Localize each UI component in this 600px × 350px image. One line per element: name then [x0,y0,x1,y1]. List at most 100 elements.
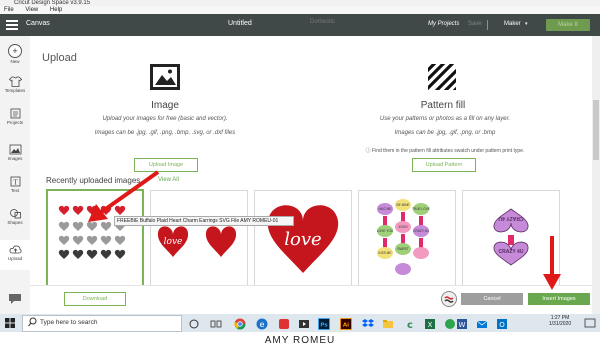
love-heart-image: love [267,205,339,273]
ghost-label: Domestic [310,19,336,25]
thumbnail-candy-hearts[interactable]: HUG ME BE MINE TRUE LOVE LOVE YOU XOXO C… [358,190,456,287]
sidebar-item-text[interactable]: T Text [0,176,30,193]
pattern-upload-description: Use your patterns or photos as a fill on… [379,116,511,122]
app-header: Canvas Untitled Domestic My Projects Sav… [0,14,600,36]
sidebar-item-projects[interactable]: Projects [0,108,30,125]
candy-hearts-image: HUG ME BE MINE TRUE LOVE LOVE YOU XOXO C… [377,199,430,275]
svg-text:CRAZY 4U: CRAZY 4U [498,215,523,221]
cancel-button[interactable]: Cancel [461,293,523,305]
page-title: Upload [42,52,77,64]
love-earrings-image: love [157,226,237,257]
sidebar-item-label: Text [10,188,20,193]
svg-text:CRAZY 4U: CRAZY 4U [499,249,524,255]
love-text: love [284,229,321,250]
cricut-icon[interactable]: c [404,317,416,331]
image-upload-title: Image [151,100,179,111]
shirt-icon [8,76,22,87]
sidebar-item-label: New [10,59,20,64]
recent-uploads-heading: Recently uploaded images [46,176,141,185]
menu-help[interactable]: Help [50,7,62,13]
sidebar-item-shapes[interactable]: Shapes [0,208,30,225]
pattern-upload-types: Images can be .jpg, .gif, .png, or .bmp [394,130,496,136]
hamburger-menu-icon[interactable] [6,20,18,30]
photos-icon[interactable] [278,317,290,329]
scrollbar-thumb[interactable] [593,100,599,160]
thumbnail-heart-charms[interactable] [46,189,144,288]
thumbnail-crazy-charms[interactable]: CRAZY 4U CRAZY 4U [462,190,560,287]
pattern-upload-note: ⓘ Find them in the pattern fill attribut… [320,147,570,154]
image-upload-types: Images can be .jpg, .gif, .png, .bmp, .s… [94,130,236,136]
sidebar-item-label: Projects [6,120,24,125]
search-placeholder: Type here to search [40,319,98,326]
sidebar-item-templates[interactable]: Templates [0,76,30,93]
windows-start-icon[interactable] [4,317,16,329]
crazy-charms-image: CRAZY 4U CRAZY 4U [493,208,529,266]
sidebar-item-new[interactable]: + New [0,44,30,64]
watermark-caption: AMY ROMEU [0,332,600,350]
notification-icon[interactable] [584,318,596,328]
system-clock[interactable]: 1:27 PM 1/31/2020 [540,315,580,327]
explorer-icon[interactable] [382,317,394,329]
image-upload-description: Upload your images for free (basic and v… [102,116,228,122]
sync-icon[interactable] [444,317,456,329]
chevron-down-icon[interactable]: ▾ [525,21,528,27]
thumbnail-love-heart[interactable]: love [254,190,352,287]
mail-icon[interactable] [476,317,488,329]
word-icon[interactable]: W [456,317,468,329]
svg-text:CRAZY 4U: CRAZY 4U [413,229,429,233]
illustrator-icon[interactable]: Ai [340,317,352,330]
text-icon: T [10,176,20,187]
projects-icon [10,108,20,119]
thumbnail-tooltip: FREEBIE Buffalo Plaid Heart Charm Earrin… [114,216,294,226]
pattern-fill-icon [428,64,456,90]
photoshop-icon[interactable]: Ps [318,317,330,330]
task-view-icon[interactable] [188,317,200,329]
edge-icon[interactable]: e [256,317,268,330]
image-icon [150,64,180,90]
dropbox-icon[interactable] [362,317,374,329]
svg-text:O: O [499,321,505,329]
task-view-icon[interactable] [210,317,222,329]
make-it-button[interactable]: Make It [546,19,590,31]
svg-text:Ai: Ai [343,323,349,329]
shapes-icon [9,209,21,219]
svg-text:BE MINE: BE MINE [396,203,409,207]
svg-text:XOXO: XOXO [398,225,408,229]
svg-text:SWEET: SWEET [397,247,408,251]
svg-text:X: X [428,321,433,329]
insert-images-button[interactable]: Insert Images [528,293,590,305]
sidebar-item-label: Upload [7,256,23,261]
upload-image-button[interactable]: Upload Image [134,158,198,172]
document-title[interactable]: Untitled [228,20,252,27]
menu-file[interactable]: File [4,7,14,13]
svg-text:c: c [407,320,413,330]
pattern-note-text: Find them in the pattern fill attributes… [372,148,525,154]
vertical-scrollbar[interactable] [592,36,600,314]
sidebar-item-images[interactable]: Images [0,144,30,161]
chat-bubble-icon[interactable] [8,293,22,305]
machine-selector[interactable]: Maker [504,21,521,27]
svg-text:LOVE YOU: LOVE YOU [377,229,394,233]
images-icon [9,144,21,155]
upload-pattern-button[interactable]: Upload Pattern [412,158,476,172]
search-icon [28,317,37,327]
svg-text:KISS ME: KISS ME [379,251,392,255]
sidebar-item-upload[interactable]: Upload [0,240,30,270]
plus-icon: + [8,44,22,58]
thumbnail-love-earrings[interactable]: love [150,190,248,287]
view-all-link[interactable]: View All [158,177,179,183]
svg-text:e: e [260,320,265,329]
menu-view[interactable]: View [25,7,38,13]
outlook-icon[interactable]: O [496,317,508,329]
left-sidebar: + New Templates Projects Images T Text S… [0,36,31,314]
media-icon[interactable] [298,317,310,329]
excel-icon[interactable]: X [424,317,436,329]
chrome-icon[interactable] [234,317,246,330]
download-button[interactable]: Download [64,292,126,306]
sidebar-item-label: Images [7,156,23,161]
love-text: love [164,237,183,247]
my-projects-link[interactable]: My Projects [428,21,459,27]
sidebar-item-label: Templates [4,88,26,93]
save-button[interactable]: Save [468,21,482,27]
header-divider [487,20,488,30]
